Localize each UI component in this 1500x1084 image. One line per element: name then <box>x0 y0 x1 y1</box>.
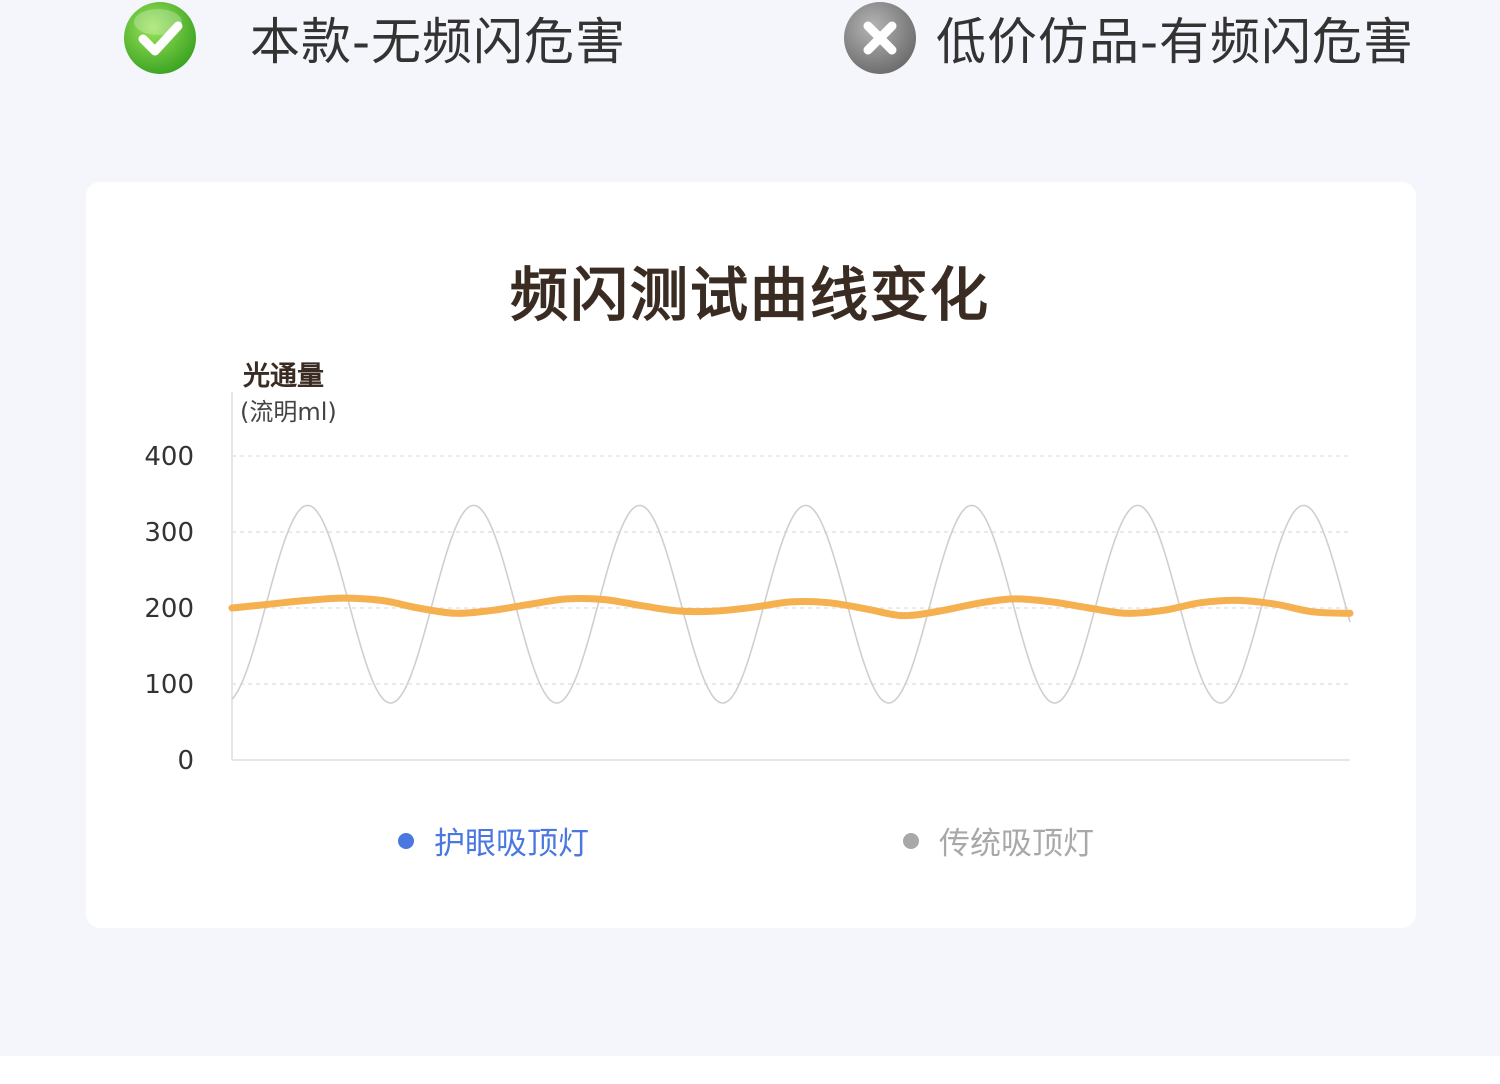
legend-dot-eye-care <box>398 832 414 849</box>
y-tick-label: 200 <box>144 594 194 624</box>
legend-label-traditional: 传统吸顶灯 <box>939 826 1094 862</box>
y-tick-label: 100 <box>144 670 194 700</box>
legend-label-eye-care: 护眼吸顶灯 <box>434 826 589 862</box>
legend-item-traditional: 传统吸顶灯 <box>903 818 1094 863</box>
flicker-line-chart: 0 100 200 300 400 <box>144 392 1354 776</box>
y-tick-label: 400 <box>144 442 194 472</box>
y-tick-label: 300 <box>144 518 194 548</box>
legend-dot-traditional <box>903 832 919 849</box>
y-tick-label: 0 <box>177 746 194 776</box>
page-background: 本款-无频闪危害 低价仿品-有频闪危害 频闪测试曲线变化 光通量 (流明ml) … <box>0 0 1500 1056</box>
legend-item-eye-care: 护眼吸顶灯 <box>398 818 589 863</box>
